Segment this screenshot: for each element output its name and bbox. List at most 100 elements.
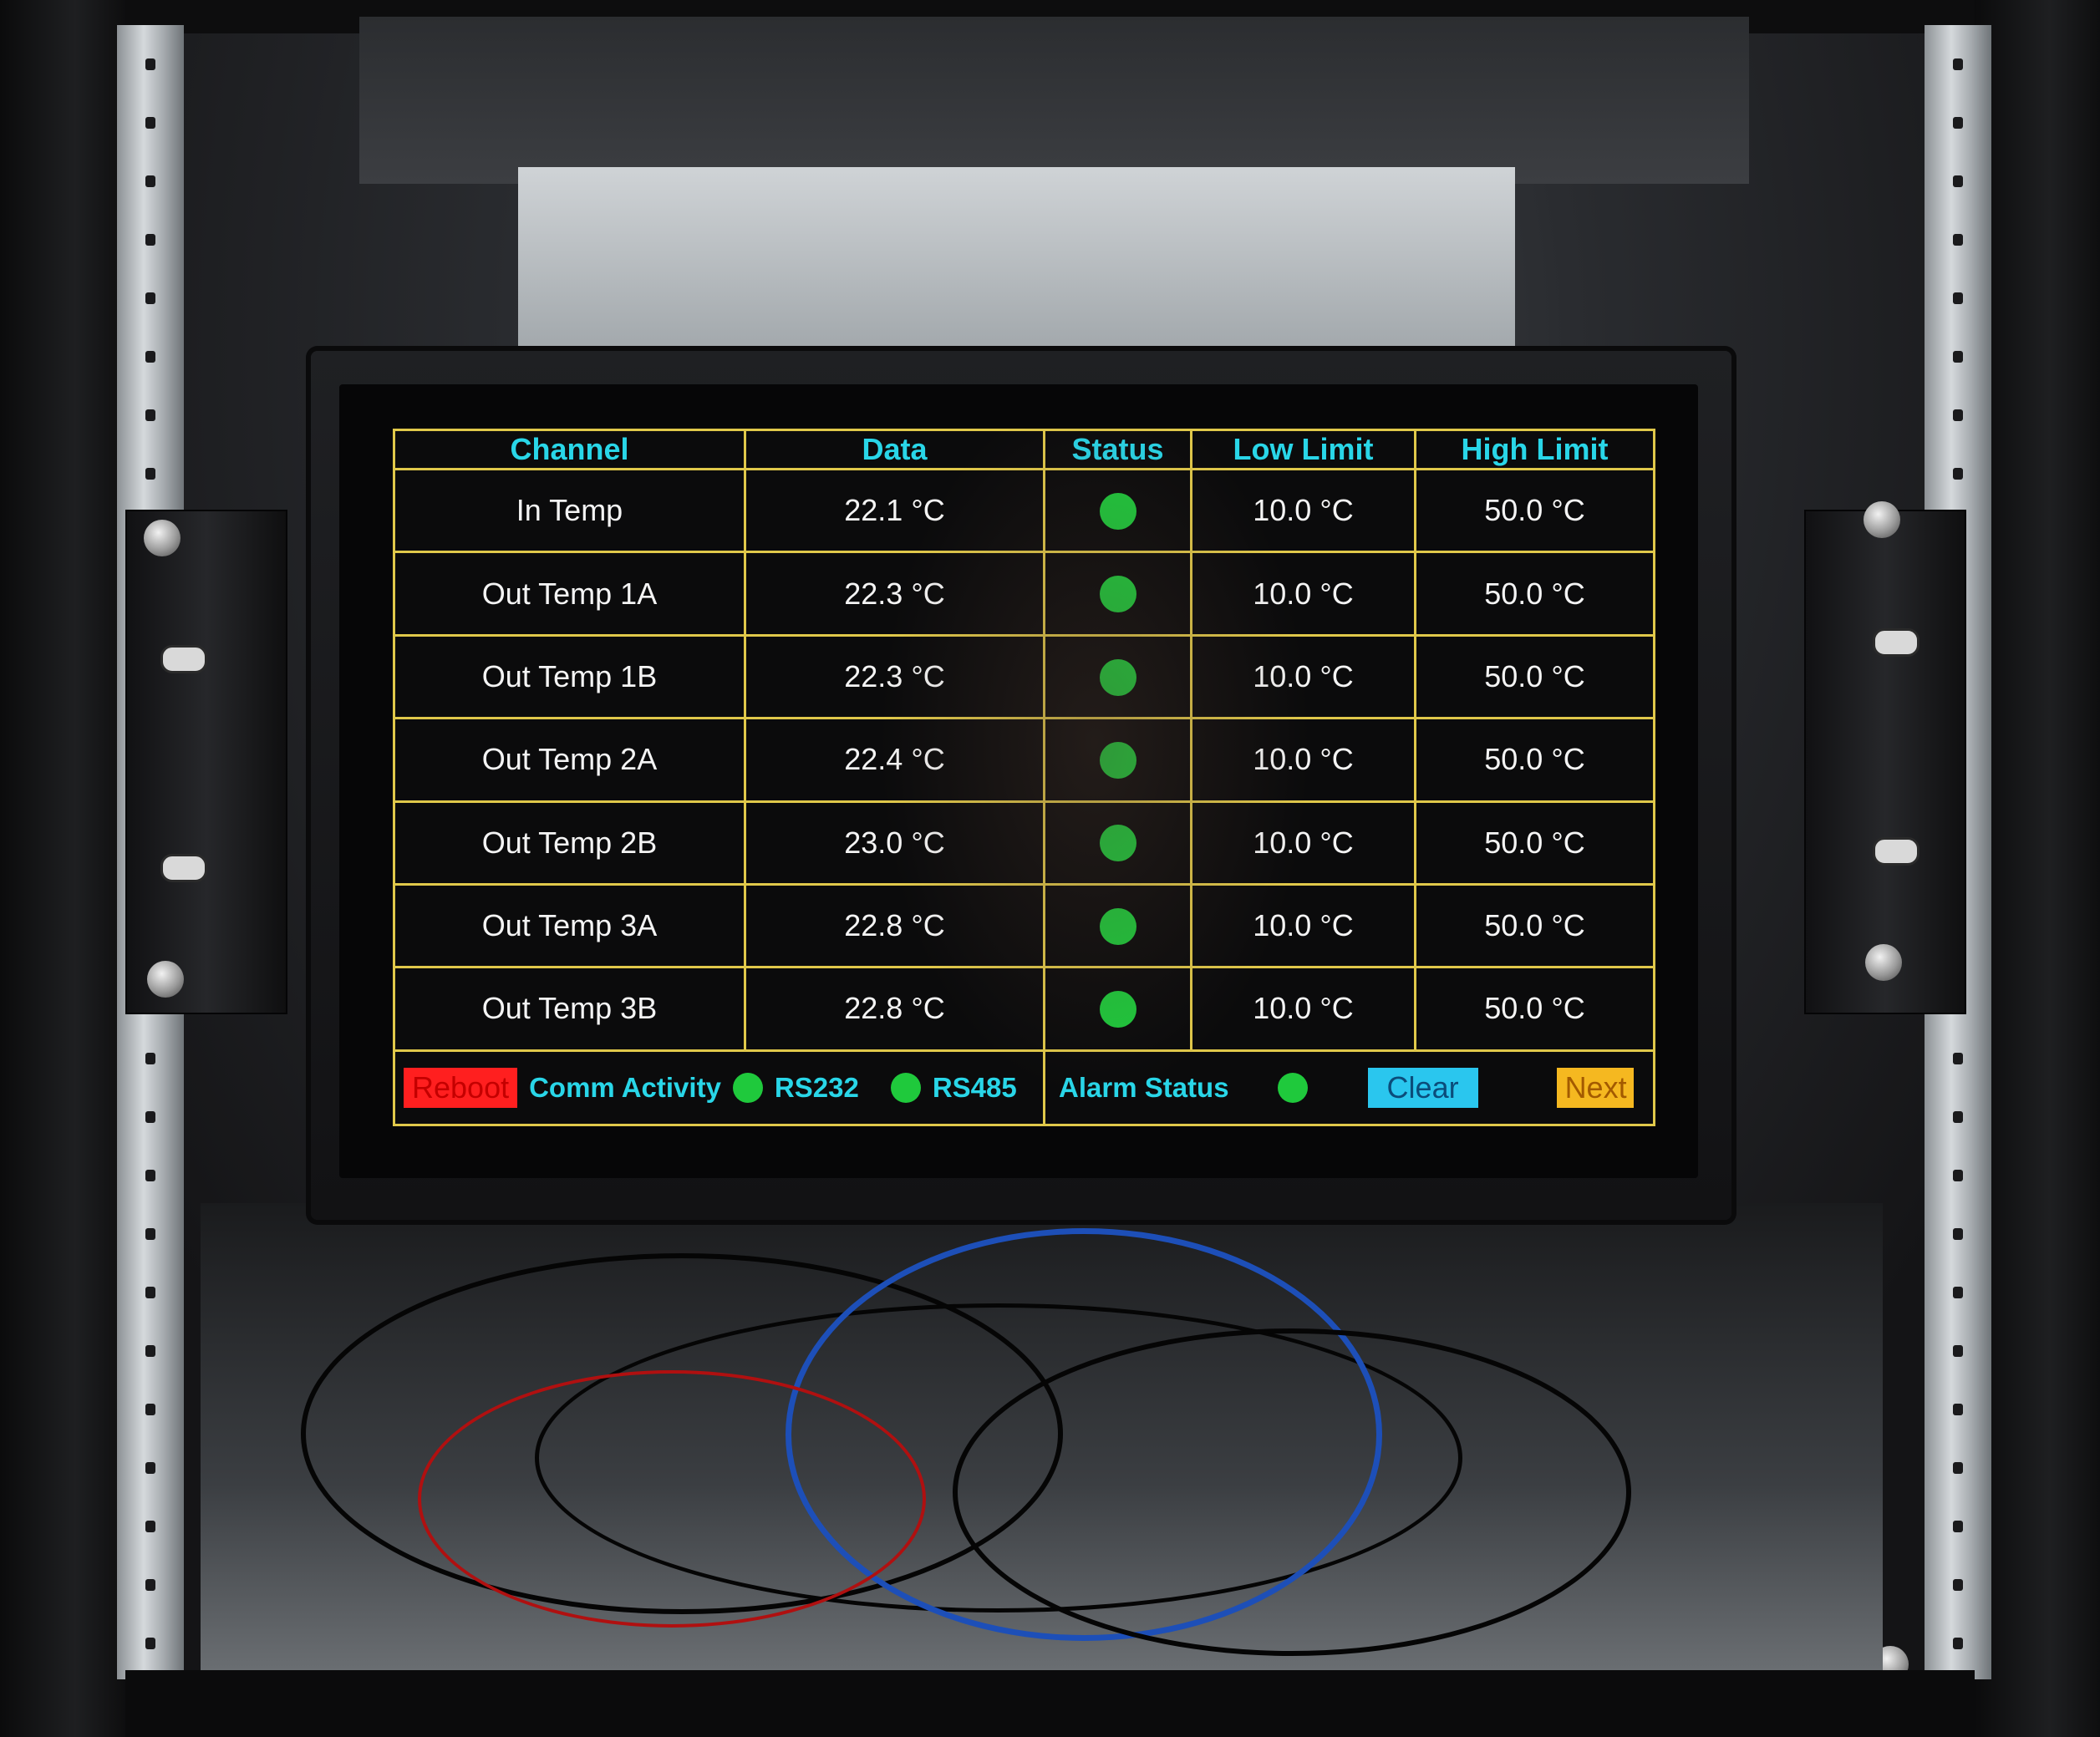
screw-icon: [147, 961, 184, 998]
channel-cell: In Temp: [393, 467, 746, 554]
low-limit-cell[interactable]: 10.0 °C: [1190, 467, 1416, 554]
comm-activity-label: Comm Activity: [529, 1071, 721, 1103]
reboot-button[interactable]: Reboot: [404, 1067, 518, 1108]
low-limit-cell[interactable]: 10.0 °C: [1190, 551, 1416, 637]
screw-icon: [1865, 944, 1902, 981]
alarm-section: Alarm Status Clear Next: [1043, 1049, 1655, 1127]
alarm-status-label: Alarm Status: [1059, 1071, 1229, 1103]
rs232-label: RS232: [774, 1071, 859, 1103]
status-ok-icon: [1099, 742, 1136, 780]
bracket-slot: [160, 645, 207, 673]
rail-hole: [145, 468, 155, 480]
column-header-high-limit: High Limit: [1414, 429, 1655, 470]
rail-hole: [1953, 409, 1963, 421]
rs232-indicator-icon: [732, 1072, 763, 1103]
low-limit-cell[interactable]: 10.0 °C: [1190, 633, 1416, 720]
photo-scene: Channel Data Status Low Limit High Limit…: [0, 0, 2100, 1737]
low-limit-cell[interactable]: 10.0 °C: [1190, 966, 1416, 1052]
rail-hole: [145, 1579, 155, 1591]
low-limit-cell[interactable]: 10.0 °C: [1190, 882, 1416, 969]
status-cell: [1043, 966, 1192, 1052]
rail-hole: [1953, 1170, 1963, 1181]
cabinet-left-wall: [0, 0, 125, 1737]
rail-hole: [1953, 1521, 1963, 1532]
rail-hole: [145, 292, 155, 304]
clear-button[interactable]: Clear: [1367, 1067, 1478, 1108]
status-cell: [1043, 882, 1192, 969]
rail-hole: [145, 117, 155, 129]
status-cell: [1043, 551, 1192, 637]
rail-hole: [1953, 1053, 1963, 1064]
rail-hole: [1953, 175, 1963, 187]
high-limit-cell[interactable]: 50.0 °C: [1414, 966, 1655, 1052]
high-limit-cell[interactable]: 50.0 °C: [1414, 551, 1655, 637]
status-ok-icon: [1099, 492, 1136, 530]
high-limit-cell[interactable]: 50.0 °C: [1414, 633, 1655, 720]
bracket-slot: [1873, 628, 1919, 657]
screw-icon: [1864, 501, 1900, 538]
bottom-control-bar: Reboot Comm Activity RS232 RS485 Alarm S…: [393, 1049, 1655, 1127]
table-row: Out Temp 2A 22.4 °C 10.0 °C 50.0 °C: [393, 717, 1655, 803]
column-header-data: Data: [744, 429, 1045, 470]
table-row: Out Temp 1A 22.3 °C 10.0 °C 50.0 °C: [393, 551, 1655, 637]
rail-hole: [1953, 1579, 1963, 1591]
rail-hole: [1953, 1638, 1963, 1649]
channel-cell: Out Temp 2A: [393, 717, 746, 803]
mount-bracket-left: [125, 510, 287, 1014]
rail-hole: [1953, 351, 1963, 363]
monitor-screen: Channel Data Status Low Limit High Limit…: [393, 429, 1655, 1127]
rail-hole: [145, 1111, 155, 1123]
high-limit-cell[interactable]: 50.0 °C: [1414, 467, 1655, 554]
rail-hole: [145, 1170, 155, 1181]
table-row: Out Temp 3B 22.8 °C 10.0 °C 50.0 °C: [393, 966, 1655, 1052]
upper-shelf: [359, 17, 1749, 184]
rail-hole: [145, 1228, 155, 1240]
status-ok-icon: [1099, 658, 1136, 696]
column-header-channel: Channel: [393, 429, 746, 470]
rail-hole: [1953, 1462, 1963, 1474]
background-equipment: [518, 167, 1515, 368]
column-header-status: Status: [1043, 429, 1192, 470]
high-limit-cell[interactable]: 50.0 °C: [1414, 717, 1655, 803]
cable-bundle: [201, 1203, 1883, 1671]
rail-hole: [1953, 117, 1963, 129]
bracket-slot: [1873, 837, 1919, 866]
status-cell: [1043, 717, 1192, 803]
status-cell: [1043, 467, 1192, 554]
rail-hole: [1953, 1404, 1963, 1415]
channel-status-table: Channel Data Status Low Limit High Limit…: [393, 429, 1655, 1127]
rail-hole: [145, 58, 155, 70]
high-limit-cell[interactable]: 50.0 °C: [1414, 800, 1655, 886]
high-limit-cell[interactable]: 50.0 °C: [1414, 882, 1655, 969]
status-ok-icon: [1099, 991, 1136, 1028]
status-ok-icon: [1099, 825, 1136, 862]
rail-hole: [145, 234, 155, 246]
low-limit-cell[interactable]: 10.0 °C: [1190, 717, 1416, 803]
column-header-low-limit: Low Limit: [1190, 429, 1416, 470]
rail-hole: [1953, 468, 1963, 480]
rs485-label: RS485: [932, 1071, 1017, 1103]
channel-cell: Out Temp 2B: [393, 800, 746, 886]
table-row: Out Temp 3A 22.8 °C 10.0 °C 50.0 °C: [393, 882, 1655, 969]
status-cell: [1043, 633, 1192, 720]
rail-hole: [1953, 1111, 1963, 1123]
data-cell: 22.1 °C: [744, 467, 1045, 554]
next-button[interactable]: Next: [1556, 1067, 1634, 1108]
table-row: Out Temp 2B 23.0 °C 10.0 °C 50.0 °C: [393, 800, 1655, 886]
rail-hole: [145, 1287, 155, 1298]
rail-hole: [1953, 234, 1963, 246]
rs485-indicator-icon: [890, 1072, 921, 1103]
rail-hole: [145, 1521, 155, 1532]
rail-hole: [145, 1345, 155, 1357]
rail-hole: [145, 409, 155, 421]
rail-hole: [1953, 1287, 1963, 1298]
data-cell: 22.3 °C: [744, 551, 1045, 637]
table-row: In Temp 22.1 °C 10.0 °C 50.0 °C: [393, 467, 1655, 554]
data-cell: 22.4 °C: [744, 717, 1045, 803]
data-cell: 22.8 °C: [744, 882, 1045, 969]
data-cell: 23.0 °C: [744, 800, 1045, 886]
low-limit-cell[interactable]: 10.0 °C: [1190, 800, 1416, 886]
mount-bracket-right: [1804, 510, 1966, 1014]
table-header-row: Channel Data Status Low Limit High Limit: [393, 429, 1655, 470]
status-ok-icon: [1099, 576, 1136, 613]
